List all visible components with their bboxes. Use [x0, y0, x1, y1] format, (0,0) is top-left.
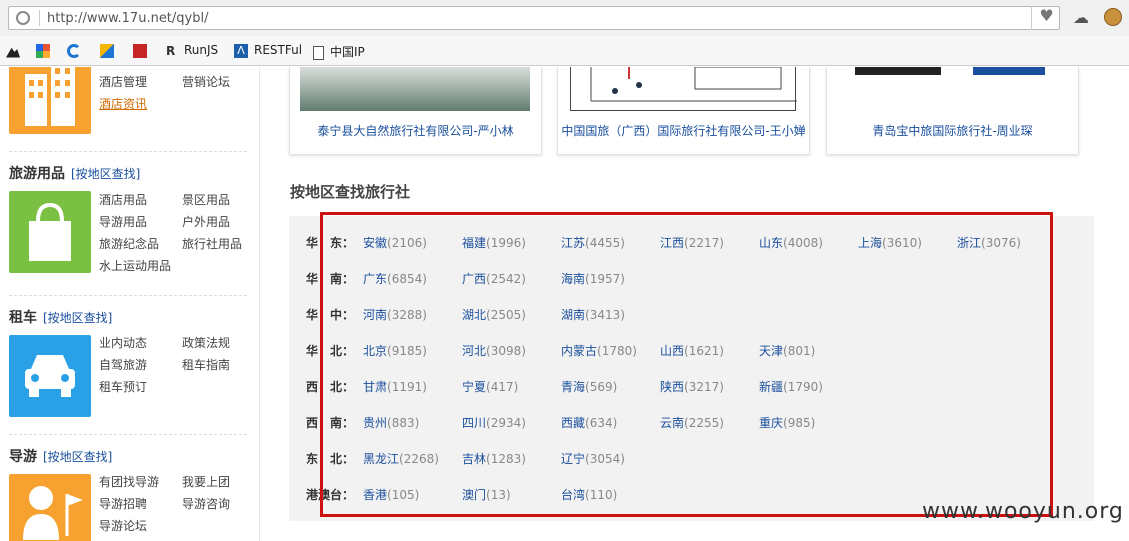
bookmarks-bar: R RunJS Λ RESTFul 中国IP: [0, 36, 1129, 66]
bookmark-china-ip[interactable]: 中国IP: [313, 43, 365, 60]
bookmark-c-icon[interactable]: [67, 43, 87, 59]
link-industry-news[interactable]: 业内动态: [99, 334, 147, 351]
link-scenic-supplies[interactable]: 景区用品: [182, 191, 230, 208]
section-divider: [9, 295, 247, 296]
highlight-box: [320, 212, 1053, 517]
section-title-guide: 导游 [按地区查找]: [9, 446, 112, 466]
shopping-bag-icon: [9, 191, 91, 273]
url-text[interactable]: http://www.17u.net/qybl/: [47, 11, 208, 26]
find-by-region-heading: 按地区查找旅行社: [290, 183, 411, 201]
bookmark-colorful-icon[interactable]: [100, 43, 120, 59]
agency-card[interactable]: 中国国旅（广西）国际旅行社有限公司-王小婵: [557, 67, 810, 155]
bookmark-restful[interactable]: Λ RESTFul: [234, 43, 302, 59]
link-guide-consult[interactable]: 导游咨询: [182, 495, 230, 512]
watermark: www.wooyun.org: [922, 499, 1124, 524]
favorite-heart-icon[interactable]: ♥: [1031, 6, 1061, 30]
section-divider: [9, 434, 247, 435]
link-rental-booking[interactable]: 租车预订: [99, 378, 147, 395]
link-hotel-management[interactable]: 酒店管理: [99, 73, 147, 90]
link-rental-guide[interactable]: 租车指南: [182, 356, 230, 373]
agency-card[interactable]: 青岛宝中旅国际旅行社-周业琛: [826, 67, 1079, 155]
link-guide-supplies[interactable]: 导游用品: [99, 213, 147, 230]
link-agency-supplies[interactable]: 旅行社用品: [182, 235, 242, 252]
site-info-icon[interactable]: [16, 11, 30, 25]
bookmark-z-icon[interactable]: [133, 43, 153, 59]
bookmark-mountain-icon[interactable]: [6, 43, 26, 59]
rental-title: 租车: [9, 310, 37, 326]
bookmark-runjs[interactable]: R RunJS: [166, 43, 218, 59]
bookmark-label: RunJS: [184, 43, 219, 57]
link-water-sports[interactable]: 水上运动用品: [99, 257, 171, 274]
link-souvenirs[interactable]: 旅游纪念品: [99, 235, 159, 252]
agency-card-caption[interactable]: 泰宁县大自然旅行社有限公司-严小林: [290, 122, 541, 138]
browser-toolbar: http://www.17u.net/qybl/ ♥ ☁: [0, 0, 1129, 36]
link-join-tour[interactable]: 我要上团: [182, 473, 230, 490]
guide-area-link[interactable]: [按地区查找]: [43, 450, 112, 464]
bookmark-apps-grid-icon[interactable]: [36, 43, 56, 59]
link-hotel-news[interactable]: 酒店资讯: [99, 95, 147, 112]
agency-card-caption[interactable]: 青岛宝中旅国际旅行社-周业琛: [827, 122, 1078, 138]
section-title-supplies: 旅游用品 [按地区查找]: [9, 163, 140, 183]
link-guide-forum[interactable]: 导游论坛: [99, 517, 147, 534]
agency-card[interactable]: 泰宁县大自然旅行社有限公司-严小林: [289, 67, 542, 155]
logo-mark: [855, 67, 941, 75]
address-bar[interactable]: http://www.17u.net/qybl/ ♥: [8, 6, 1060, 30]
link-marketing-forum[interactable]: 营销论坛: [182, 73, 230, 90]
link-guide-jobs[interactable]: 导游招聘: [99, 495, 147, 512]
restful-icon: Λ: [234, 43, 248, 58]
link-outdoor-supplies[interactable]: 户外用品: [182, 213, 230, 230]
section-divider: [9, 151, 247, 152]
section-title-rental: 租车 [按地区查找]: [9, 307, 112, 327]
logo-wordmark: [973, 67, 1045, 75]
category-sidebar: 酒店管理 营销论坛 酒店资讯 旅游用品 [按地区查找] 酒店用品 景区用品 导游用…: [0, 67, 260, 541]
bookmark-label: 中国IP: [330, 45, 365, 59]
guide-title: 导游: [9, 449, 37, 465]
hotel-buildings-icon: [9, 67, 91, 134]
supplies-title: 旅游用品: [9, 166, 65, 182]
agency-photo: [300, 67, 530, 111]
page-icon: [313, 45, 324, 60]
car-icon: [9, 335, 91, 417]
cloud-icon[interactable]: ☁: [1073, 8, 1089, 27]
address-divider: [39, 10, 40, 26]
agency-logo-image: [837, 67, 1067, 111]
link-policies[interactable]: 政策法规: [182, 334, 230, 351]
link-find-guide[interactable]: 有团找导游: [99, 473, 159, 490]
link-hotel-supplies[interactable]: 酒店用品: [99, 191, 147, 208]
runjs-icon: R: [166, 43, 176, 58]
cookie-icon[interactable]: [1104, 8, 1122, 26]
agency-card-caption[interactable]: 中国国旅（广西）国际旅行社有限公司-王小婵: [558, 122, 809, 138]
agency-map-image: [570, 67, 797, 111]
supplies-area-link[interactable]: [按地区查找]: [71, 167, 140, 181]
tour-guide-flag-icon: [9, 474, 91, 541]
bookmark-label: RESTFul: [254, 43, 303, 57]
link-self-drive[interactable]: 自驾旅游: [99, 356, 147, 373]
rental-area-link[interactable]: [按地区查找]: [43, 311, 112, 325]
